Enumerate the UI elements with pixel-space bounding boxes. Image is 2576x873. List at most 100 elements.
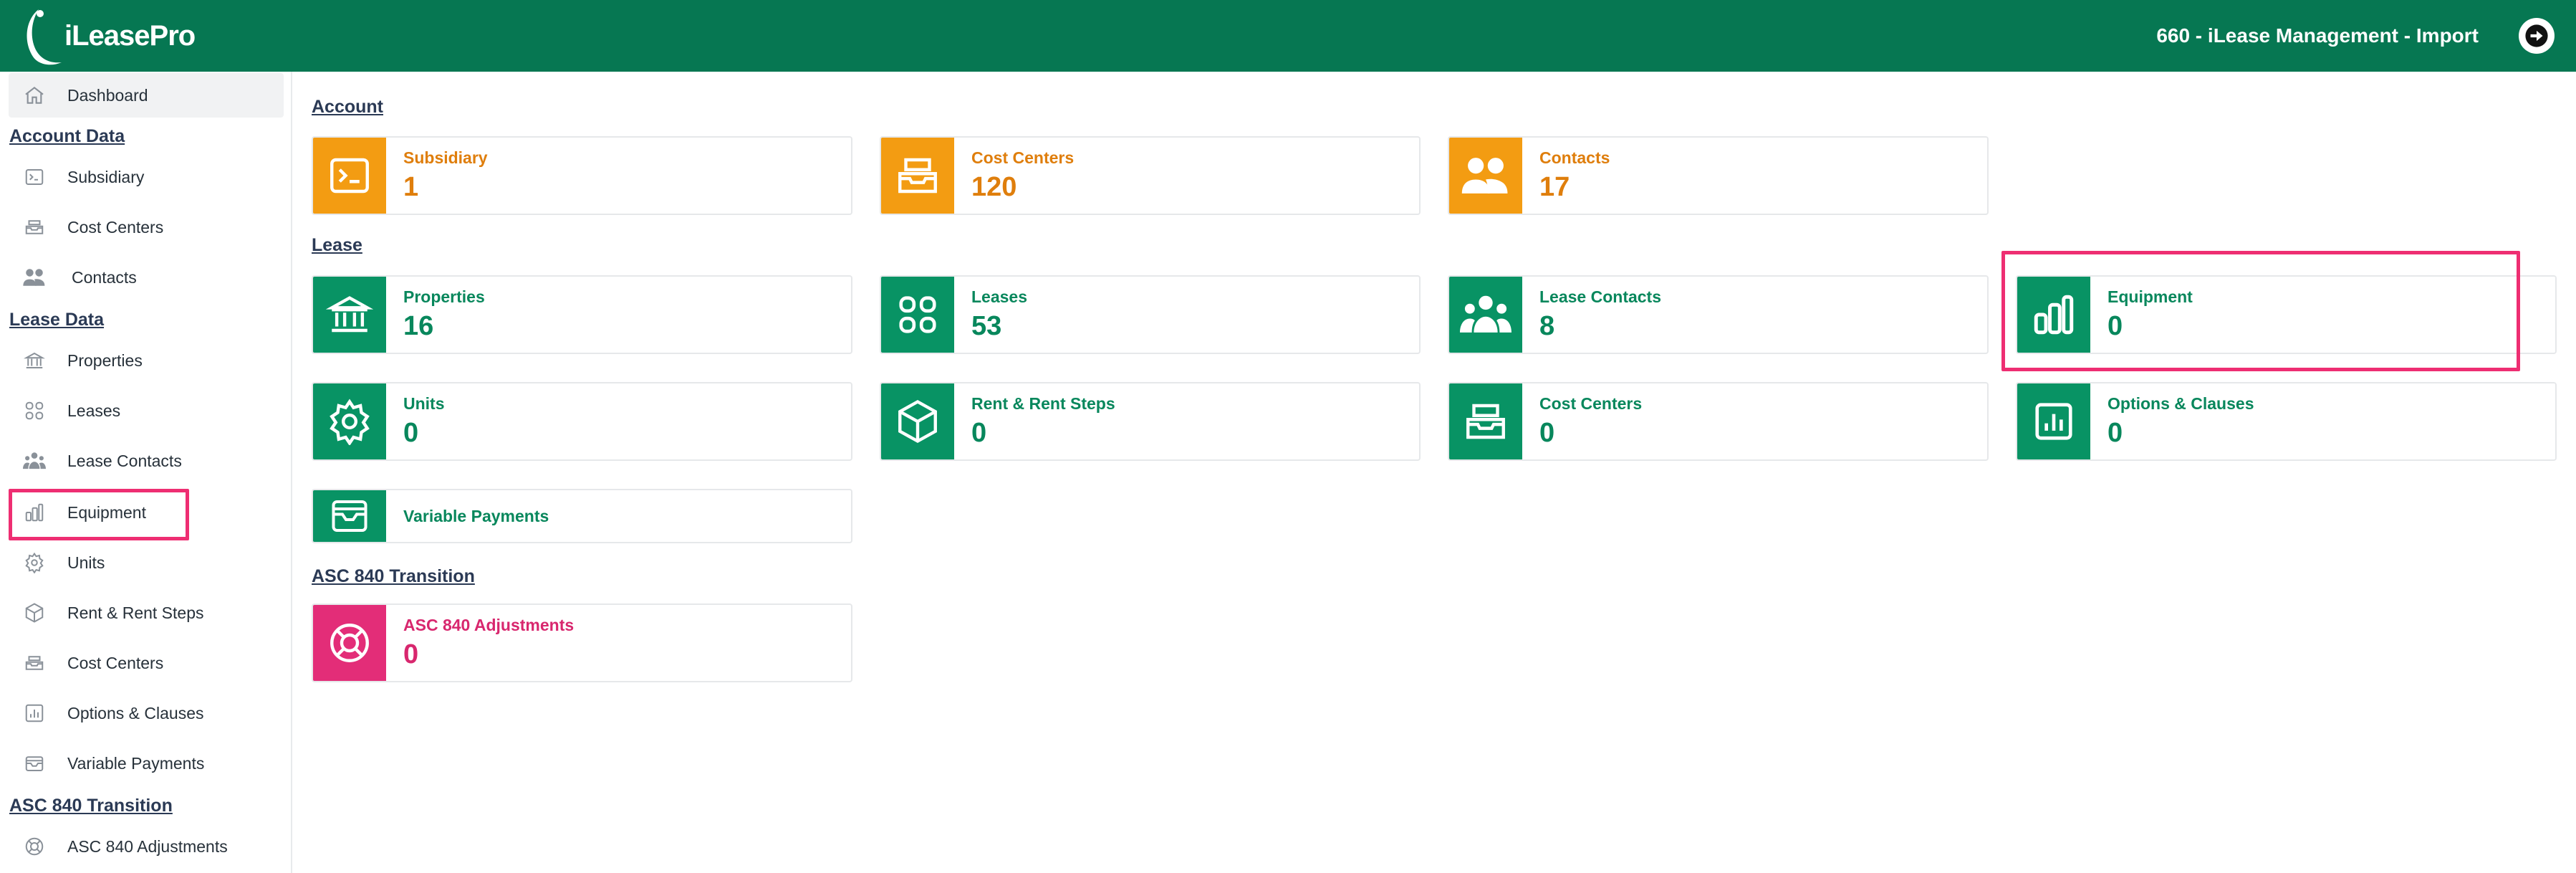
wallet-icon: [313, 490, 386, 542]
card-label: Contacts: [1539, 148, 1610, 167]
card-label: Units: [403, 394, 445, 413]
sidebar-item-label: Lease Contacts: [67, 451, 182, 470]
card-leases[interactable]: Leases 53: [880, 275, 1421, 354]
card-value: 0: [2108, 418, 2123, 448]
lifebuoy-icon: [20, 832, 49, 861]
sidebar-section-account-data: Account Data: [9, 126, 125, 146]
sidebar-item-label: Dashboard: [67, 85, 148, 105]
sidebar-item-leases[interactable]: Leases: [9, 388, 284, 433]
cube-icon: [20, 598, 49, 627]
grid-icon: [20, 396, 49, 425]
inbox-stack-icon: [1449, 383, 1522, 459]
card-value: 0: [403, 418, 419, 448]
card-label: Lease Contacts: [1539, 287, 1662, 306]
terminal-icon: [20, 163, 49, 191]
sidebar-section-asc-840: ASC 840 Transition: [9, 796, 173, 816]
sidebar-item-label: Leases: [67, 401, 121, 420]
sidebar-item-subsidiary[interactable]: Subsidiary: [9, 155, 284, 199]
users-icon: [1449, 138, 1522, 214]
sidebar-item-properties[interactable]: Properties: [9, 338, 284, 383]
sidebar-item-units[interactable]: Units: [9, 540, 284, 585]
card-contacts[interactable]: Contacts 17: [1448, 136, 1989, 215]
users-icon: [20, 263, 49, 292]
sidebar-item-label: Cost Centers: [67, 217, 164, 237]
card-value: 0: [971, 418, 987, 448]
top-header: iLeasePro 660 - iLease Management - Impo…: [0, 0, 2576, 72]
card-value: 0: [403, 639, 419, 669]
card-lease-contacts[interactable]: Lease Contacts 8: [1448, 275, 1989, 354]
card-asc-adjustments[interactable]: ASC 840 Adjustments 0: [312, 604, 852, 682]
sidebar-item-label: Cost Centers: [67, 653, 164, 672]
chart-square-icon: [2017, 383, 2090, 459]
card-value: 120: [971, 172, 1017, 202]
app-logo[interactable]: iLeasePro: [20, 0, 196, 72]
card-subsidiary[interactable]: Subsidiary 1: [312, 136, 852, 215]
card-label: Cost Centers: [1539, 394, 1643, 413]
group-icon: [1449, 277, 1522, 353]
card-value: 0: [1539, 418, 1555, 448]
gear-icon: [20, 548, 49, 577]
inbox-stack-icon: [20, 649, 49, 677]
terminal-icon: [313, 138, 386, 214]
bank-icon: [313, 277, 386, 353]
card-label: Options & Clauses: [2108, 394, 2254, 413]
sidebar: Dashboard Account Data Subsidiary Cost C…: [0, 72, 292, 873]
inbox-stack-icon: [20, 213, 49, 242]
sidebar-item-options-clauses[interactable]: Options & Clauses: [9, 691, 284, 735]
sidebar-item-variable-payments[interactable]: Variable Payments: [9, 741, 284, 786]
cube-icon: [881, 383, 954, 459]
home-icon: [20, 81, 49, 110]
card-cost-centers-lease[interactable]: Cost Centers 0: [1448, 382, 1989, 461]
card-value: 53: [971, 311, 1002, 341]
card-label: Subsidiary: [403, 148, 488, 167]
logo-mark-icon: [27, 9, 62, 65]
section-title-account: Account: [312, 97, 383, 117]
sidebar-item-label: Properties: [67, 350, 143, 370]
wallet-icon: [20, 749, 49, 778]
sidebar-item-contacts[interactable]: Contacts: [9, 255, 284, 300]
section-title-lease: Lease: [312, 235, 362, 255]
card-value: 1: [403, 172, 419, 202]
chart-square-icon: [20, 699, 49, 728]
card-label: Variable Payments: [403, 506, 549, 525]
card-variable-payments[interactable]: Variable Payments: [312, 489, 852, 543]
gear-icon: [313, 383, 386, 459]
sidebar-item-rent-steps[interactable]: Rent & Rent Steps: [9, 591, 284, 635]
sidebar-item-cost-centers-lease[interactable]: Cost Centers: [9, 641, 284, 685]
sidebar-item-label: Variable Payments: [67, 753, 205, 773]
sidebar-item-label: Rent & Rent Steps: [67, 603, 204, 622]
card-cost-centers[interactable]: Cost Centers 120: [880, 136, 1421, 215]
sidebar-item-asc-adjustments[interactable]: ASC 840 Adjustments: [9, 824, 284, 869]
card-options-clauses[interactable]: Options & Clauses 0: [2016, 382, 2557, 461]
card-label: Leases: [971, 287, 1028, 306]
arrow-right-icon: [2525, 24, 2548, 47]
sidebar-item-lease-contacts[interactable]: Lease Contacts: [9, 439, 284, 483]
card-label: ASC 840 Adjustments: [403, 616, 575, 634]
bank-icon: [20, 346, 49, 375]
card-value: 16: [403, 311, 434, 341]
card-value: 8: [1539, 311, 1555, 341]
grid-icon: [881, 277, 954, 353]
card-rent-steps[interactable]: Rent & Rent Steps 0: [880, 382, 1421, 461]
sidebar-item-dashboard[interactable]: Dashboard: [9, 73, 284, 118]
card-value: 17: [1539, 172, 1570, 202]
highlight-box-card-equipment: [2001, 251, 2520, 371]
inbox-stack-icon: [881, 138, 954, 214]
lifebuoy-icon: [313, 605, 386, 681]
sidebar-item-label: ASC 840 Adjustments: [67, 836, 228, 856]
exit-button[interactable]: [2519, 18, 2555, 54]
section-title-asc-840: ASC 840 Transition: [312, 566, 475, 586]
card-label: Rent & Rent Steps: [971, 394, 1115, 413]
card-label: Cost Centers: [971, 148, 1075, 167]
sidebar-item-label: Contacts: [72, 267, 137, 287]
sidebar-item-label: Subsidiary: [67, 167, 145, 186]
sidebar-item-label: Options & Clauses: [67, 703, 204, 722]
sidebar-section-lease-data: Lease Data: [9, 310, 105, 330]
sidebar-item-cost-centers[interactable]: Cost Centers: [9, 205, 284, 249]
card-units[interactable]: Units 0: [312, 382, 852, 461]
group-icon: [20, 447, 49, 475]
card-properties[interactable]: Properties 16: [312, 275, 852, 354]
sidebar-item-label: Units: [67, 553, 105, 572]
card-label: Properties: [403, 287, 485, 306]
logo-text: iLeasePro: [64, 19, 196, 52]
